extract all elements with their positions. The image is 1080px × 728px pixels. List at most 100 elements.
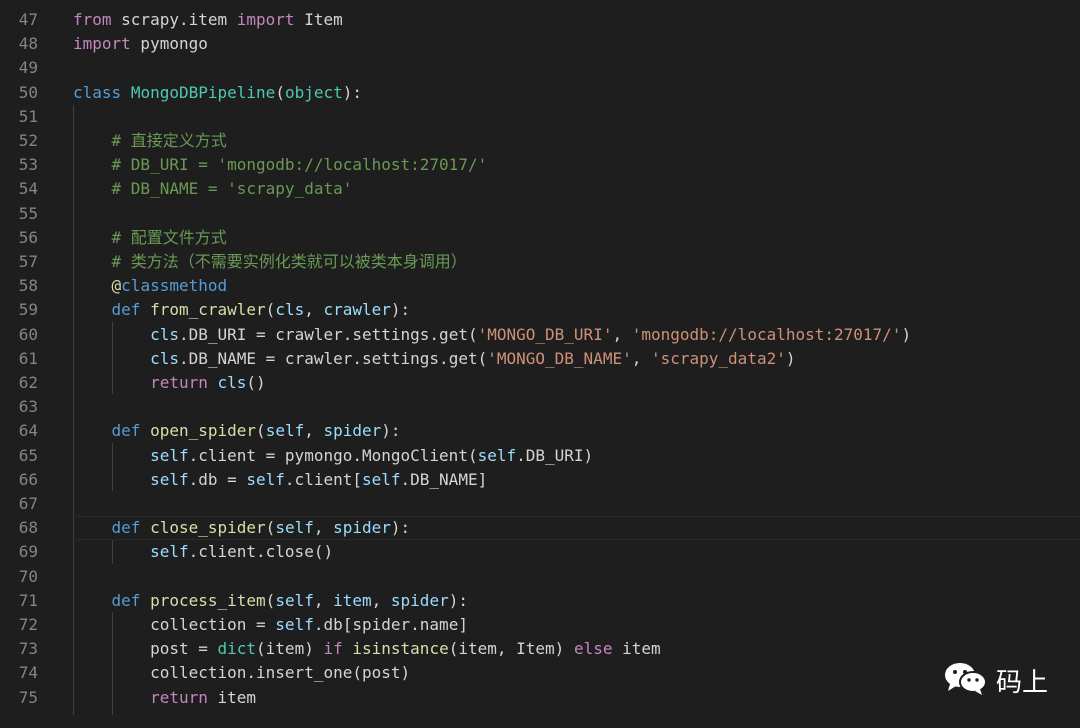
code-line[interactable]: 55 — [0, 202, 1080, 226]
code-token: import — [236, 10, 295, 29]
code-text: @classmethod — [73, 274, 228, 298]
code-token: object — [284, 82, 343, 102]
code-token: self — [275, 518, 314, 538]
code-token: class — [73, 82, 122, 102]
code-text: def process_item(self, item, spider): — [73, 589, 468, 613]
code-editor[interactable]: 47 from scrapy.item import Item 48 import p… — [0, 0, 1080, 728]
code-line[interactable]: 59 def from_crawler(cls, crawler): — [0, 298, 1080, 322]
code-line[interactable]: 47 from scrapy.item import Item — [0, 8, 1080, 32]
code-token: collection.insert_one(post) — [73, 663, 411, 683]
code-line[interactable]: 75 return item — [0, 686, 1080, 710]
line-number: 75 — [18, 687, 38, 707]
code-line[interactable]: 67 — [0, 492, 1080, 516]
code-token: (item, Item) — [448, 639, 574, 659]
line-number: 50 — [18, 82, 38, 102]
code-token: spider — [333, 518, 391, 538]
code-line[interactable]: 58 @classmethod — [0, 274, 1080, 298]
code-text: return cls() — [73, 371, 266, 395]
line-number: 68 — [18, 518, 38, 538]
code-token: # 直接定义方式 — [111, 131, 227, 150]
code-token: def — [111, 590, 141, 610]
code-token: return — [150, 687, 208, 707]
code-token: 'mongodb://localhost:27017/' — [631, 324, 902, 344]
code-token: ): — [381, 421, 401, 441]
line-number: 69 — [18, 542, 38, 562]
code-token: self — [275, 590, 314, 610]
code-token: open_spider — [150, 421, 257, 441]
code-token: cls — [150, 348, 179, 368]
code-token: self — [150, 469, 189, 489]
code-token: spider — [323, 421, 382, 441]
code-line[interactable]: 50 class MongoDBPipeline(object): — [0, 81, 1080, 105]
line-number: 63 — [18, 397, 38, 417]
code-token: self — [477, 445, 517, 465]
line-number: 48 — [18, 34, 38, 54]
code-line[interactable]: 56 # 配置文件方式 — [0, 226, 1080, 250]
code-line[interactable]: 48 import pymongo — [0, 32, 1080, 56]
code-token: .DB_NAME = crawler.settings.get( — [178, 348, 488, 368]
code-line[interactable]: 70 — [0, 565, 1080, 589]
code-token: ) — [901, 324, 912, 344]
code-text: import pymongo — [73, 32, 208, 56]
code-token: def — [111, 518, 141, 538]
code-line[interactable]: 62 return cls() — [0, 371, 1080, 395]
code-token: 'scrapy_data2' — [650, 348, 786, 368]
code-token: self — [275, 615, 314, 634]
code-line[interactable]: 68 def close_spider(self, spider): — [0, 516, 1080, 541]
code-line[interactable]: 51 — [0, 105, 1080, 129]
code-text: # 配置文件方式 — [73, 226, 227, 250]
code-line[interactable]: 54 # DB_NAME = 'scrapy_data' — [0, 177, 1080, 201]
code-line[interactable]: 52 # 直接定义方式 — [0, 129, 1080, 153]
code-token: , — [631, 348, 651, 368]
code-token: ( — [265, 300, 276, 320]
line-number: 71 — [18, 590, 38, 610]
code-token: item — [333, 590, 372, 610]
code-token: 'MONGO_DB_URI' — [477, 324, 613, 344]
code-line[interactable]: 72 collection = self.db[spider.name] — [0, 613, 1080, 637]
code-line[interactable]: 73 post = dict(item) if isinstance(item,… — [0, 637, 1080, 661]
code-line[interactable]: 74 collection.insert_one(post) — [0, 661, 1080, 685]
code-token: ) — [785, 348, 796, 368]
code-line[interactable]: 64 def open_spider(self, spider): — [0, 419, 1080, 443]
code-text: def from_crawler(cls, crawler): — [73, 298, 411, 322]
code-line[interactable]: 53 # DB_URI = 'mongodb://localhost:27017… — [0, 153, 1080, 177]
code-token: self — [246, 469, 285, 489]
code-line[interactable]: 66 self.db = self.client[self.DB_NAME] — [0, 468, 1080, 492]
code-line[interactable]: 49 — [0, 56, 1080, 80]
line-number: 70 — [18, 566, 38, 586]
code-line[interactable]: 63 — [0, 395, 1080, 419]
code-token: process_item — [150, 590, 266, 610]
code-line[interactable]: 65 self.client = pymongo.MongoClient(sel… — [0, 444, 1080, 468]
code-line[interactable]: 57 # 类方法（不需要实例化类就可以被类本身调用） — [0, 250, 1080, 274]
line-number: 62 — [18, 373, 38, 392]
code-token: () — [246, 373, 266, 392]
code-line[interactable]: 60 cls.DB_URI = crawler.settings.get('MO… — [0, 323, 1080, 347]
line-number: 57 — [18, 252, 38, 271]
code-token: ( — [256, 421, 266, 441]
code-text: collection = self.db[spider.name] — [73, 613, 468, 637]
code-token: .client = pymongo.MongoClient( — [188, 445, 478, 465]
code-text: self.db = self.client[self.DB_NAME] — [73, 468, 487, 492]
line-number: 51 — [18, 106, 38, 126]
code-token: ( — [265, 518, 276, 538]
code-text: collection.insert_one(post) — [73, 661, 410, 685]
code-token: 'MONGO_DB_NAME' — [487, 348, 632, 368]
code-token: self — [265, 421, 305, 441]
line-number: 74 — [18, 663, 38, 683]
code-text: return item — [73, 686, 256, 710]
code-line[interactable]: 71 def process_item(self, item, spider): — [0, 589, 1080, 613]
code-line[interactable]: 69 self.client.close() — [0, 540, 1080, 564]
code-line[interactable]: 61 cls.DB_NAME = crawler.settings.get('M… — [0, 347, 1080, 371]
code-text: cls.DB_URI = crawler.settings.get('MONGO… — [73, 323, 911, 347]
